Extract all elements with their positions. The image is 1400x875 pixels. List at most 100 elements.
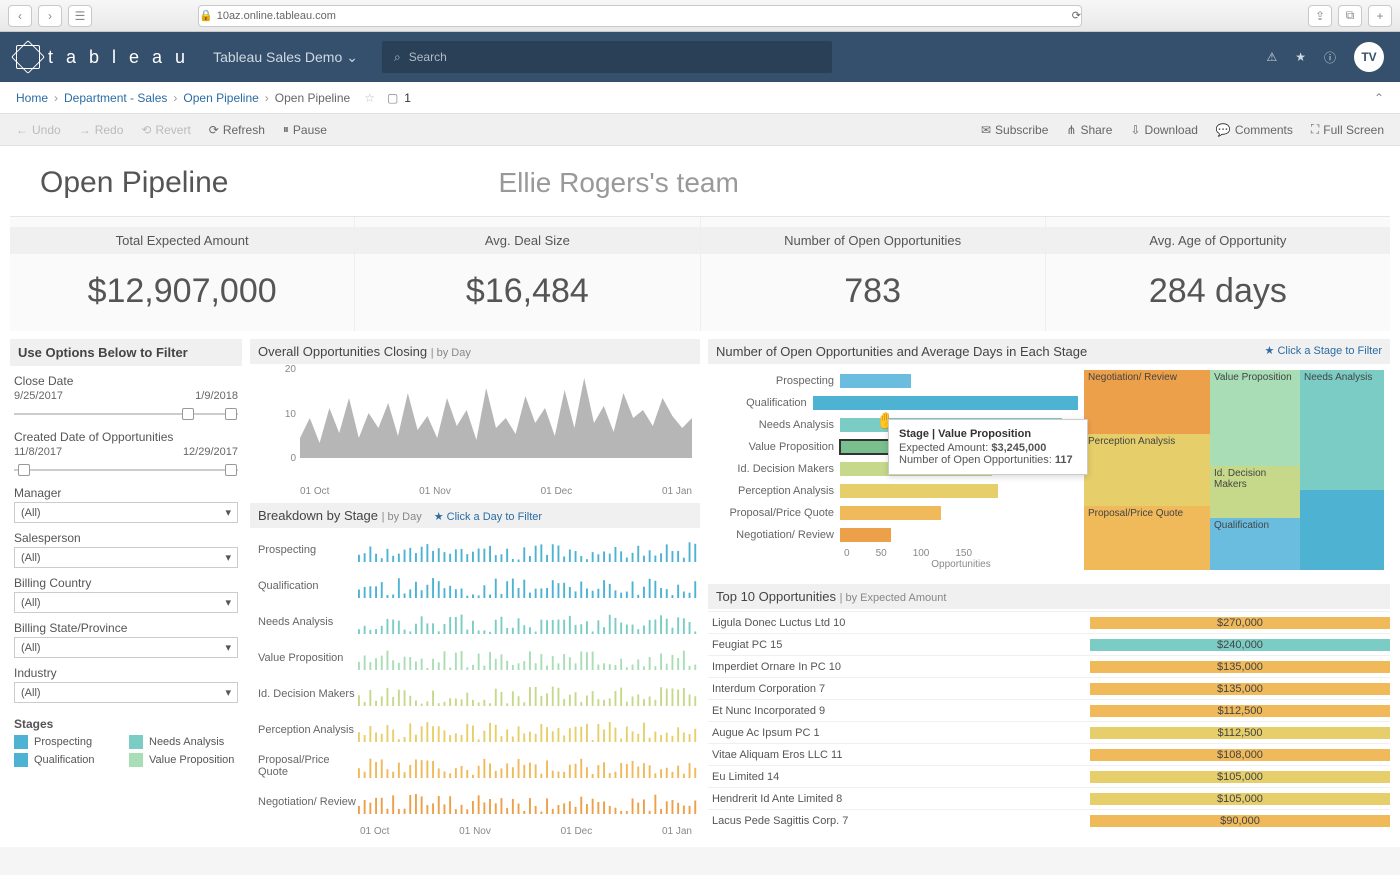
filter-created-date: Created Date of Opportunities 11/8/20171…	[14, 430, 238, 478]
kpi-row: Total Expected Amount$12,907,000Avg. Dea…	[10, 216, 1390, 331]
browser-sidebar-button[interactable]: ☰	[68, 5, 92, 27]
legend-item[interactable]: Needs Analysis	[129, 735, 238, 749]
breadcrumb: Home› Department - Sales› Open Pipeline›…	[0, 82, 1400, 114]
collapse-icon[interactable]: ⌃	[1374, 91, 1384, 105]
breadcrumb-dept[interactable]: Department - Sales	[64, 91, 167, 105]
treemap-cell[interactable]: Proposal/Price Quote	[1084, 506, 1210, 570]
browser-back-button[interactable]: ‹	[8, 5, 32, 27]
top10-row[interactable]: Lacus Pede Sagittis Corp. 7$90,000	[708, 809, 1390, 831]
select-billing-country[interactable]: (All)▾	[14, 592, 238, 613]
created-date-slider[interactable]	[14, 462, 238, 478]
filter-manager: Manager(All)▾	[14, 486, 238, 523]
breakdown-chart[interactable]: Breakdown by Stage | by Day★ Click a Day…	[250, 503, 700, 837]
download-button[interactable]: ⇩ Download	[1130, 122, 1197, 137]
filter-salesperson: Salesperson(All)▾	[14, 531, 238, 568]
stage-chart: Number of Open Opportunities and Average…	[708, 339, 1390, 576]
breakdown-row[interactable]: Needs Analysis	[258, 604, 700, 640]
page-subtitle: Ellie Rogers's team	[498, 167, 738, 199]
top10-row[interactable]: Et Nunc Incorporated 9$112,500	[708, 699, 1390, 721]
browser-url-bar[interactable]: 🔒 10az.online.tableau.com ⟳	[198, 5, 1082, 27]
browser-newtab-button[interactable]: +	[1368, 5, 1392, 27]
star-outline-icon[interactable]: ☆	[364, 91, 375, 105]
stage-bar-row[interactable]: Negotiation/ Review	[714, 524, 1078, 546]
reload-icon[interactable]: ⟳	[1072, 9, 1081, 22]
breakdown-row[interactable]: Perception Analysis	[258, 712, 700, 748]
breadcrumb-home[interactable]: Home	[16, 91, 48, 105]
browser-forward-button[interactable]: ›	[38, 5, 62, 27]
treemap[interactable]: Negotiation/ ReviewPerception AnalysisPr…	[1084, 370, 1384, 570]
top10-row[interactable]: Feugiat PC 15$240,000	[708, 633, 1390, 655]
filter-billing-state-province: Billing State/Province(All)▾	[14, 621, 238, 658]
views-icon[interactable]: ▢	[387, 91, 398, 105]
treemap-cell[interactable]: Perception Analysis	[1084, 434, 1210, 506]
tooltip: Stage | Value Proposition Expected Amoun…	[888, 419, 1088, 475]
dashboard: Open Pipeline Ellie Rogers's team Total …	[0, 146, 1400, 847]
close-date-slider[interactable]	[14, 406, 238, 422]
top10-row[interactable]: Hendrerit Id Ante Limited 8$105,000	[708, 787, 1390, 809]
treemap-cell[interactable]: Id. Decision Makers	[1210, 466, 1300, 518]
alert-icon[interactable]: ⚠	[1266, 50, 1277, 64]
tableau-logo[interactable]: t a b l e a u	[16, 45, 189, 69]
search-input[interactable]: ⌕ Search	[382, 41, 832, 73]
area-sparkline	[300, 368, 692, 458]
redo-button[interactable]: → Redo	[79, 123, 124, 137]
stage-bar-row[interactable]: Proposal/Price Quote	[714, 502, 1078, 524]
browser-url-text: 10az.online.tableau.com	[217, 10, 336, 22]
treemap-cell[interactable]: Needs Analysis	[1300, 370, 1384, 490]
select-billing-state-province[interactable]: (All)▾	[14, 637, 238, 658]
legend-item[interactable]: Qualification	[14, 753, 123, 767]
comments-button[interactable]: 💬 Comments	[1216, 122, 1293, 137]
info-icon[interactable]: ⓘ	[1324, 49, 1336, 66]
subscribe-button[interactable]: ✉ Subscribe	[981, 122, 1048, 137]
select-industry[interactable]: (All)▾	[14, 682, 238, 703]
top10-row[interactable]: Eu Limited 14$105,000	[708, 765, 1390, 787]
stage-bar-row[interactable]: Perception Analysis	[714, 480, 1078, 502]
project-selector[interactable]: Tableau Sales Demo ⌄	[213, 49, 358, 66]
revert-button[interactable]: ⟲ Revert	[141, 123, 190, 137]
breakdown-row[interactable]: Qualification	[258, 568, 700, 604]
favorite-icon[interactable]: ★	[1295, 50, 1306, 64]
legend-title: Stages	[14, 717, 238, 731]
fullscreen-button[interactable]: ⛶ Full Screen	[1311, 122, 1384, 137]
share-button[interactable]: ⋔ Share	[1066, 122, 1112, 137]
stage-bar-row[interactable]: Prospecting	[714, 370, 1078, 392]
pause-button[interactable]: ⏸ Pause	[283, 122, 327, 137]
browser-tabs-button[interactable]: ⧉	[1338, 5, 1362, 27]
top10-row[interactable]: Imperdiet Ornare In PC 10$135,000	[708, 655, 1390, 677]
treemap-cell[interactable]: Qualification	[1210, 518, 1300, 570]
treemap-cell[interactable]: Value Proposition	[1210, 370, 1300, 466]
chevron-down-icon: ▾	[225, 506, 231, 519]
select-manager[interactable]: (All)▾	[14, 502, 238, 523]
top10-panel: Top 10 Opportunities | by Expected Amoun…	[708, 584, 1390, 833]
chevron-down-icon: ▾	[225, 551, 231, 564]
breakdown-row[interactable]: Prospecting	[258, 532, 700, 568]
middle-column: Overall Opportunities Closing | by Day 2…	[250, 339, 700, 837]
treemap-cell[interactable]: Negotiation/ Review	[1084, 370, 1210, 434]
legend-item[interactable]: Value Proposition	[129, 753, 238, 767]
avatar[interactable]: TV	[1354, 42, 1384, 72]
top10-row[interactable]: Augue Ac Ipsum PC 1$112,500	[708, 721, 1390, 743]
breakdown-row[interactable]: Id. Decision Makers	[258, 676, 700, 712]
refresh-button[interactable]: ⟳ Refresh	[209, 123, 265, 137]
chevron-down-icon: ▾	[225, 686, 231, 699]
breakdown-row[interactable]: Negotiation/ Review	[258, 784, 700, 820]
treemap-cell[interactable]	[1300, 490, 1384, 570]
top10-row[interactable]: Ligula Donec Luctus Ltd 10$270,000	[708, 611, 1390, 633]
breakdown-row[interactable]: Value Proposition	[258, 640, 700, 676]
top10-row[interactable]: Interdum Corporation 7$135,000	[708, 677, 1390, 699]
breadcrumb-current: Open Pipeline	[275, 91, 350, 105]
browser-share-button[interactable]: ⇪	[1308, 5, 1332, 27]
select-salesperson[interactable]: (All)▾	[14, 547, 238, 568]
chevron-down-icon: ⌄	[346, 49, 358, 66]
legend-item[interactable]: Prospecting	[14, 735, 123, 749]
top10-row[interactable]: Vitae Aliquam Eros LLC 11$108,000	[708, 743, 1390, 765]
breadcrumb-workbook[interactable]: Open Pipeline	[183, 91, 258, 105]
kpi-card: Avg. Age of Opportunity284 days	[1046, 217, 1390, 331]
overall-chart[interactable]: Overall Opportunities Closing | by Day 2…	[250, 339, 700, 497]
breakdown-row[interactable]: Proposal/Price Quote	[258, 748, 700, 784]
undo-button[interactable]: ← Undo	[16, 123, 61, 137]
filter-billing-country: Billing Country(All)▾	[14, 576, 238, 613]
app-topbar: t a b l e a u Tableau Sales Demo ⌄ ⌕ Sea…	[0, 32, 1400, 82]
search-icon: ⌕	[394, 50, 401, 65]
stage-bar-row[interactable]: Qualification	[714, 392, 1078, 414]
